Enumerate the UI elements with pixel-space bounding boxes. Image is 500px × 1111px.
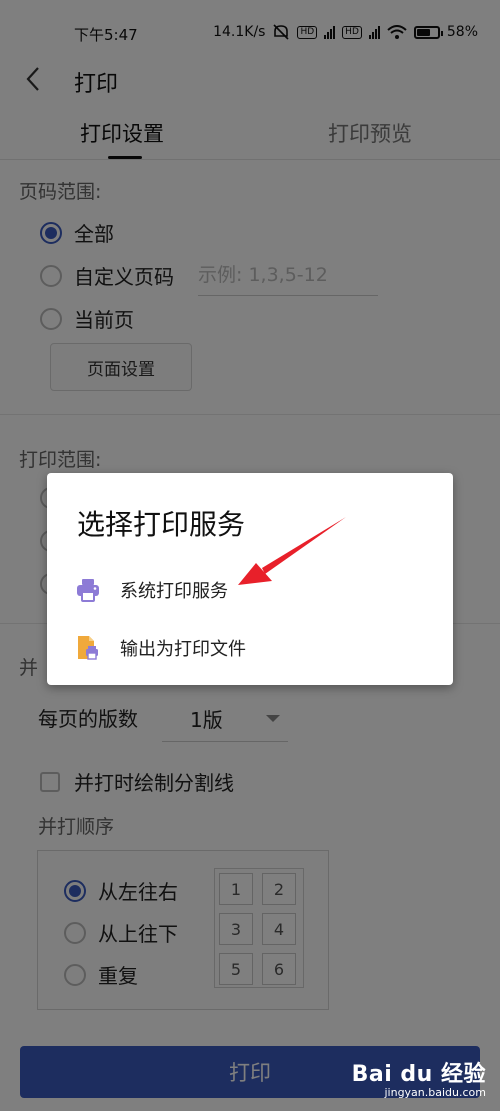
option-label: 输出为打印文件 <box>120 639 246 660</box>
print-service-dialog: 选择打印服务 系统打印服务 输出为打印文件 <box>47 473 453 685</box>
baidu-watermark: Bai du 经验 jingyan.baidu.com <box>352 1056 486 1099</box>
option-system-print-service[interactable]: 系统打印服务 <box>47 563 453 617</box>
option-label: 系统打印服务 <box>120 581 228 602</box>
watermark-brand: Bai du 经验 <box>351 1062 486 1087</box>
printer-icon <box>77 579 99 602</box>
option-export-print-file[interactable]: 输出为打印文件 <box>47 621 453 675</box>
dialog-title: 选择打印服务 <box>77 508 246 541</box>
print-file-icon <box>78 636 98 660</box>
